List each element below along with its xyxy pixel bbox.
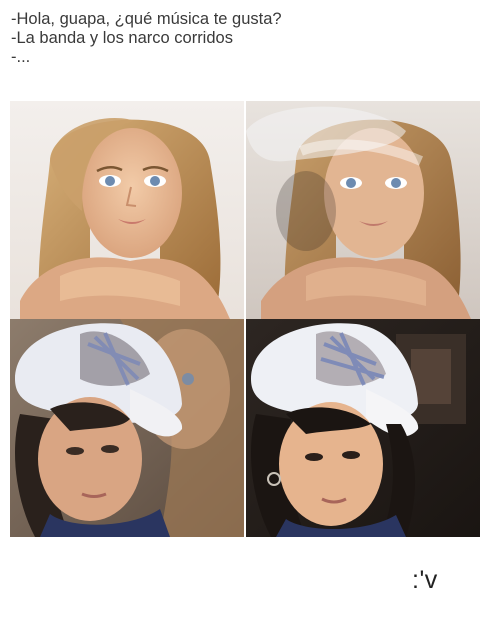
caption-line-ellipsis: -... <box>11 48 31 66</box>
photo-girl-original <box>246 319 480 537</box>
meme-caption: -Hola, guapa, ¿qué música te gusta? -La … <box>11 10 491 67</box>
photo-woman-original <box>10 101 244 319</box>
photo-grid <box>10 101 480 537</box>
photo-woman-blended <box>246 101 480 319</box>
caption-line-answer: -La banda y los narco corridos <box>11 29 233 47</box>
photo-girl-blended <box>10 319 244 537</box>
caption-line-question: -Hola, guapa, ¿qué música te gusta? <box>11 10 282 28</box>
meme-card: -Hola, guapa, ¿qué música te gusta? -La … <box>0 0 500 617</box>
reaction-text: :'v <box>412 566 438 594</box>
